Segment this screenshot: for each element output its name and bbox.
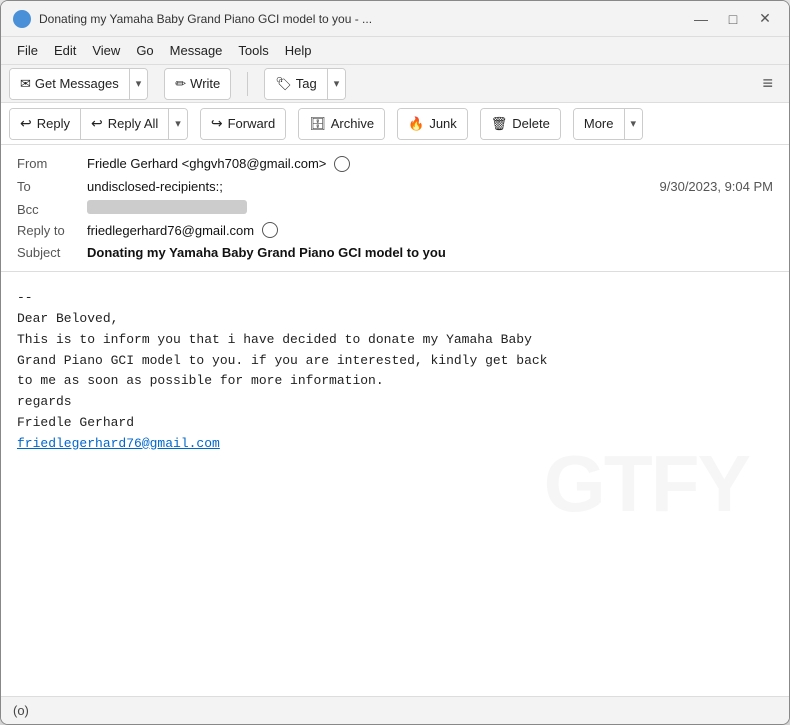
- tag-group: 🏷 Tag ▾: [264, 68, 346, 100]
- get-messages-group: ✉ Get Messages ▾: [9, 68, 148, 100]
- get-messages-button[interactable]: ✉ Get Messages: [10, 69, 129, 99]
- hamburger-button[interactable]: ≡: [754, 69, 781, 98]
- tag-button[interactable]: 🏷 Tag: [265, 69, 326, 99]
- reply-icon: ↩: [20, 115, 32, 132]
- forward-icon: ↪: [211, 115, 223, 132]
- body-line-6: regards: [17, 392, 773, 413]
- tag-chevron[interactable]: ▾: [327, 69, 346, 99]
- window-title: Donating my Yamaha Baby Grand Piano GCI …: [39, 12, 689, 26]
- junk-button[interactable]: 🔥 Junk: [398, 109, 467, 139]
- action-toolbar: ↩ Reply ↩ Reply All ▾ ↪ Forward 🗄 Archiv…: [1, 103, 789, 145]
- subject-value: Donating my Yamaha Baby Grand Piano GCI …: [87, 245, 446, 260]
- toolbar-separator: [247, 72, 248, 96]
- envelope-icon: ✉: [20, 76, 31, 92]
- subject-label: Subject: [17, 245, 87, 260]
- from-value: Friedle Gerhard <ghgvh708@gmail.com>: [87, 156, 773, 173]
- email-window: Donating my Yamaha Baby Grand Piano GCI …: [0, 0, 790, 725]
- titlebar: Donating my Yamaha Baby Grand Piano GCI …: [1, 1, 789, 37]
- forward-group: ↪ Forward: [200, 108, 286, 140]
- menubar: File Edit View Go Message Tools Help: [1, 37, 789, 65]
- from-label: From: [17, 156, 87, 171]
- archive-icon: 🗄: [309, 116, 326, 132]
- reply-to-label: Reply to: [17, 223, 87, 238]
- more-chevron[interactable]: ▾: [624, 109, 643, 139]
- menu-file[interactable]: File: [9, 40, 46, 61]
- pencil-icon: ✏: [175, 76, 186, 92]
- status-icon: (o): [13, 703, 29, 718]
- reply-to-value: friedlegerhard76@gmail.com: [87, 223, 773, 240]
- body-link-line: friedlegerhard76@gmail.com: [17, 434, 773, 455]
- menu-view[interactable]: View: [84, 40, 128, 61]
- delete-button[interactable]: 🗑 Delete: [481, 109, 560, 139]
- body-line-5: to me as soon as possible for more infor…: [17, 371, 773, 392]
- email-body: GTFY -- Dear Beloved, This is to inform …: [1, 272, 789, 696]
- body-line-2: Dear Beloved,: [17, 309, 773, 330]
- write-button[interactable]: ✏ Write: [165, 69, 230, 99]
- bcc-value-blurred: [87, 200, 247, 214]
- email-header: From Friedle Gerhard <ghgvh708@gmail.com…: [1, 145, 789, 272]
- to-value: undisclosed-recipients:;: [87, 179, 660, 194]
- junk-group: 🔥 Junk: [397, 108, 468, 140]
- more-group: More ▾: [573, 108, 643, 140]
- forward-button[interactable]: ↪ Forward: [201, 109, 285, 139]
- delete-group: 🗑 Delete: [480, 108, 561, 140]
- reply-button[interactable]: ↩ Reply: [10, 109, 80, 139]
- get-messages-chevron[interactable]: ▾: [129, 69, 148, 99]
- menu-edit[interactable]: Edit: [46, 40, 84, 61]
- reply-to-row: Reply to friedlegerhard76@gmail.com: [17, 220, 773, 243]
- email-signature-link[interactable]: friedlegerhard76@gmail.com: [17, 436, 220, 451]
- from-row: From Friedle Gerhard <ghgvh708@gmail.com…: [17, 153, 773, 176]
- reply-group: ↩ Reply ↩ Reply All ▾: [9, 108, 188, 140]
- body-line-3: This is to inform you that i have decide…: [17, 330, 773, 351]
- bcc-row: Bcc: [17, 197, 773, 220]
- to-row: To undisclosed-recipients:; 9/30/2023, 9…: [17, 176, 773, 197]
- more-button[interactable]: More: [574, 109, 624, 139]
- junk-icon: 🔥: [408, 116, 424, 132]
- archive-group: 🗄 Archive: [298, 108, 385, 140]
- bcc-label: Bcc: [17, 202, 87, 217]
- subject-row: Subject Donating my Yamaha Baby Grand Pi…: [17, 242, 773, 263]
- reply-chevron[interactable]: ▾: [168, 109, 187, 139]
- close-button[interactable]: ✕: [753, 7, 777, 31]
- reply-to-profile-icon[interactable]: [262, 222, 278, 238]
- reply-all-button[interactable]: ↩ Reply All: [80, 109, 168, 139]
- maximize-button[interactable]: □: [721, 7, 745, 31]
- email-date: 9/30/2023, 9:04 PM: [660, 179, 773, 194]
- tag-icon: 🏷: [275, 76, 292, 92]
- reply-all-icon: ↩: [91, 115, 103, 132]
- window-controls: — □ ✕: [689, 7, 777, 31]
- delete-icon: 🗑: [491, 116, 508, 132]
- body-line-1: --: [17, 288, 773, 309]
- main-toolbar: ✉ Get Messages ▾ ✏ Write 🏷 Tag ▾ ≡: [1, 65, 789, 103]
- menu-tools[interactable]: Tools: [230, 40, 276, 61]
- to-label: To: [17, 179, 87, 194]
- sender-profile-icon[interactable]: [334, 156, 350, 172]
- app-icon: [13, 10, 31, 28]
- write-group: ✏ Write: [164, 68, 231, 100]
- statusbar: (o): [1, 696, 789, 724]
- minimize-button[interactable]: —: [689, 7, 713, 31]
- menu-message[interactable]: Message: [162, 40, 231, 61]
- body-line-4: Grand Piano GCI model to you. if you are…: [17, 351, 773, 372]
- menu-help[interactable]: Help: [277, 40, 320, 61]
- menu-go[interactable]: Go: [128, 40, 161, 61]
- archive-button[interactable]: 🗄 Archive: [299, 109, 384, 139]
- body-line-7: Friedle Gerhard: [17, 413, 773, 434]
